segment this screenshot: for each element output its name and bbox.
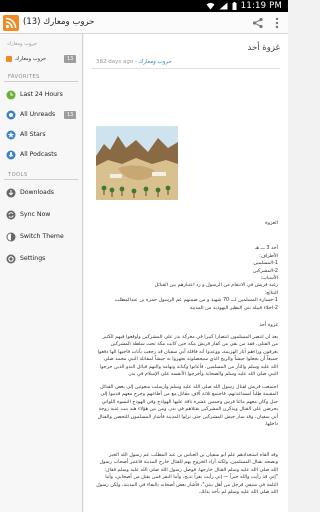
drawer-item-sync-now[interactable]: Sync Now xyxy=(0,205,82,225)
article-paragraph: وقد ألقاه استعدادهم علم أبو سفيان بن الع… xyxy=(96,452,278,496)
article-title[interactable]: غزوة أحد xyxy=(248,43,280,53)
signal-icon xyxy=(219,2,228,10)
drawer-item-label: Downloads xyxy=(20,189,54,196)
tools-section-label: TOOLS xyxy=(8,172,28,178)
sync-icon xyxy=(6,210,16,220)
settings-icon xyxy=(6,254,16,264)
status-time: 11:19 PM xyxy=(240,1,282,11)
unread-count-badge: 13 xyxy=(64,111,76,119)
drawer-item-all-stars[interactable]: All Stars xyxy=(0,125,82,145)
rss-icon xyxy=(6,56,12,62)
article-body-heading: غزوة أحد xyxy=(96,322,278,329)
app-bar: حروب ومعارك (13) xyxy=(0,12,288,34)
tools-divider xyxy=(4,179,78,180)
article-body-p3: وقد ألقاه استعدادهم علم أبو سفيان بن الع… xyxy=(96,452,278,508)
battle-map-image xyxy=(96,126,178,200)
theme-icon xyxy=(6,232,16,242)
article-paragraph: الغزوة xyxy=(265,220,278,226)
drawer-item-label: Settings xyxy=(20,255,46,262)
app-title: حروب ومعارك (13) xyxy=(23,17,95,27)
favorites-divider xyxy=(4,81,78,82)
drawer-item-label: All Podcasts xyxy=(20,151,57,158)
battery-icon xyxy=(232,2,237,10)
drawer-item-label: All Stars xyxy=(20,131,46,138)
feed-label: حروب ومعارك xyxy=(15,56,47,62)
drawer-item-last-24-hours[interactable]: Last 24 Hours xyxy=(0,85,82,105)
navigation-drawer: حروب ومعارك حروب ومعارك 13 FAVORITES Las… xyxy=(0,34,83,512)
article-source-link[interactable]: حروب ومعارك xyxy=(139,59,172,65)
overflow-menu-icon[interactable] xyxy=(274,16,280,30)
article-body-p2: اجتمعت قريش لقتال رسول الله صلى الله علي… xyxy=(96,384,278,444)
drawer-item-downloads[interactable]: Downloads xyxy=(0,183,82,203)
app-logo-icon[interactable] xyxy=(3,15,19,31)
article-body-intro: الغزوة xyxy=(96,220,278,227)
star-icon xyxy=(6,130,16,140)
article-meta: 382 days ago - حروب ومعارك xyxy=(96,59,172,65)
share-icon[interactable] xyxy=(252,17,264,29)
drawer-item-label: Last 24 Hours xyxy=(20,91,63,98)
wifi-icon xyxy=(206,2,215,10)
drawer-item-all-podcasts[interactable]: All Podcasts xyxy=(0,145,82,165)
status-bar: 11:19 PM xyxy=(0,0,288,12)
article-body-p1: بعد أن انتصر المسلمون انتصاراً كبيراً في… xyxy=(96,334,278,380)
podcast-icon xyxy=(6,150,16,160)
article-paragraph: بعد أن انتصر المسلمون انتصاراً كبيراً في… xyxy=(97,334,278,378)
favorites-section-label: FAVORITES xyxy=(8,74,40,80)
drawer-item-all-unreads[interactable]: All Unreads 13 xyxy=(0,105,82,125)
article-paragraph: أحد 3 ـــ هـ الأطراف: 1-المسلمين 2-المشر… xyxy=(114,245,278,311)
meta-divider xyxy=(92,68,280,69)
article-paragraph: غزوة أحد xyxy=(259,322,278,328)
drawer-item-label: Switch Theme xyxy=(20,233,64,240)
download-icon xyxy=(6,188,16,198)
drawer-item-switch-theme[interactable]: Switch Theme xyxy=(0,227,82,247)
article-paragraph: اجتمعت قريش لقتال رسول الله صلى الله علي… xyxy=(97,384,278,428)
feed-count-badge: 13 xyxy=(64,55,76,63)
feed-item[interactable]: حروب ومعارك 13 xyxy=(0,51,82,67)
article-age: 382 days ago xyxy=(96,59,134,65)
drawer-item-label: Sync Now xyxy=(20,211,51,218)
unread-icon xyxy=(6,110,16,120)
status-icons: 11:19 PM xyxy=(206,1,282,11)
article-body-info: أحد 3 ـــ هـ الأطراف: 1-المسلمين 2-المشر… xyxy=(96,238,278,319)
drawer-item-settings[interactable]: Settings xyxy=(0,249,82,269)
clock-icon xyxy=(6,90,16,100)
drawer-item-label: All Unreads xyxy=(20,111,56,118)
drawer-header: حروب ومعارك xyxy=(7,41,38,47)
article-view[interactable]: غزوة أحد 382 days ago - حروب ومعارك الغز… xyxy=(84,34,288,512)
